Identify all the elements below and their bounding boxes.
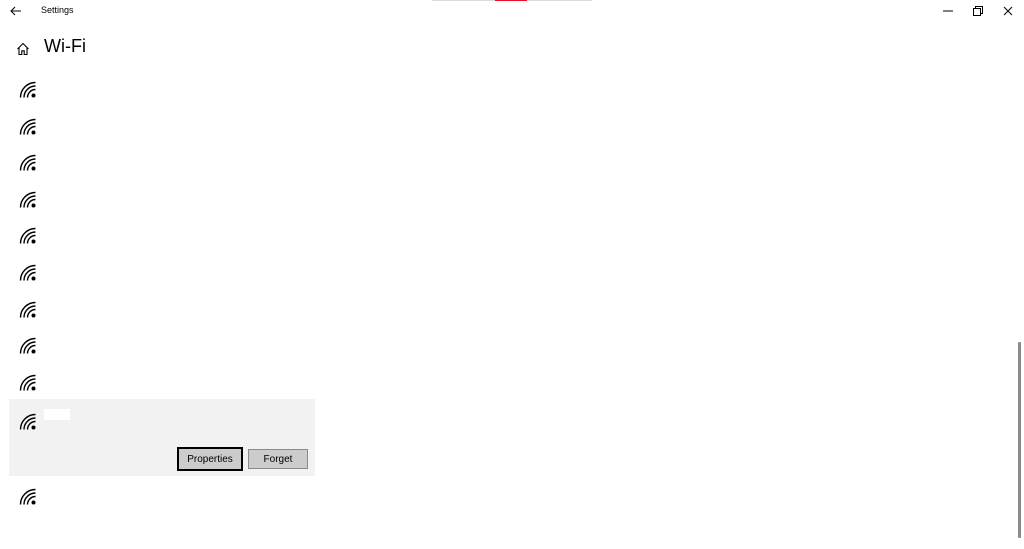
network-item[interactable] [9, 73, 315, 109]
restore-button[interactable] [963, 0, 993, 22]
network-item[interactable] [9, 329, 315, 365]
home-button[interactable] [14, 40, 32, 58]
wifi-signal-icon [19, 413, 36, 430]
network-item[interactable] [9, 366, 315, 402]
wifi-signal-icon [19, 337, 36, 354]
wifi-signal-icon [19, 191, 36, 208]
wifi-signal-icon [19, 227, 36, 244]
network-item[interactable] [9, 183, 315, 219]
forget-button[interactable]: Forget [248, 449, 308, 469]
network-item[interactable] [9, 480, 315, 516]
network-item-selected[interactable]: Properties Forget [9, 399, 315, 476]
app-title: Settings [41, 5, 74, 15]
network-item[interactable] [9, 293, 315, 329]
back-button[interactable] [6, 2, 26, 20]
title-bar [0, 0, 1024, 22]
wifi-signal-icon [19, 81, 36, 98]
close-icon [1003, 6, 1013, 16]
wifi-signal-icon [19, 154, 36, 171]
wifi-signal-icon [19, 118, 36, 135]
wifi-signal-icon [19, 301, 36, 318]
network-item[interactable] [9, 219, 315, 255]
wifi-signal-icon [19, 374, 36, 391]
page-title: Wi-Fi [44, 36, 86, 56]
drag-indicator-accent [495, 0, 527, 1]
home-icon [17, 42, 29, 56]
network-item[interactable] [9, 256, 315, 292]
minimize-button[interactable] [933, 0, 963, 22]
scrollbar-thumb[interactable] [1018, 342, 1021, 538]
wifi-signal-icon [19, 264, 36, 281]
network-item[interactable] [9, 146, 315, 182]
restore-icon [973, 6, 983, 16]
network-name-redacted [44, 409, 70, 420]
properties-button[interactable]: Properties [177, 447, 243, 471]
back-arrow-icon [10, 6, 21, 16]
network-item[interactable] [9, 110, 315, 146]
wifi-signal-icon [19, 488, 36, 505]
minimize-icon [943, 10, 953, 12]
close-button[interactable] [993, 0, 1023, 22]
